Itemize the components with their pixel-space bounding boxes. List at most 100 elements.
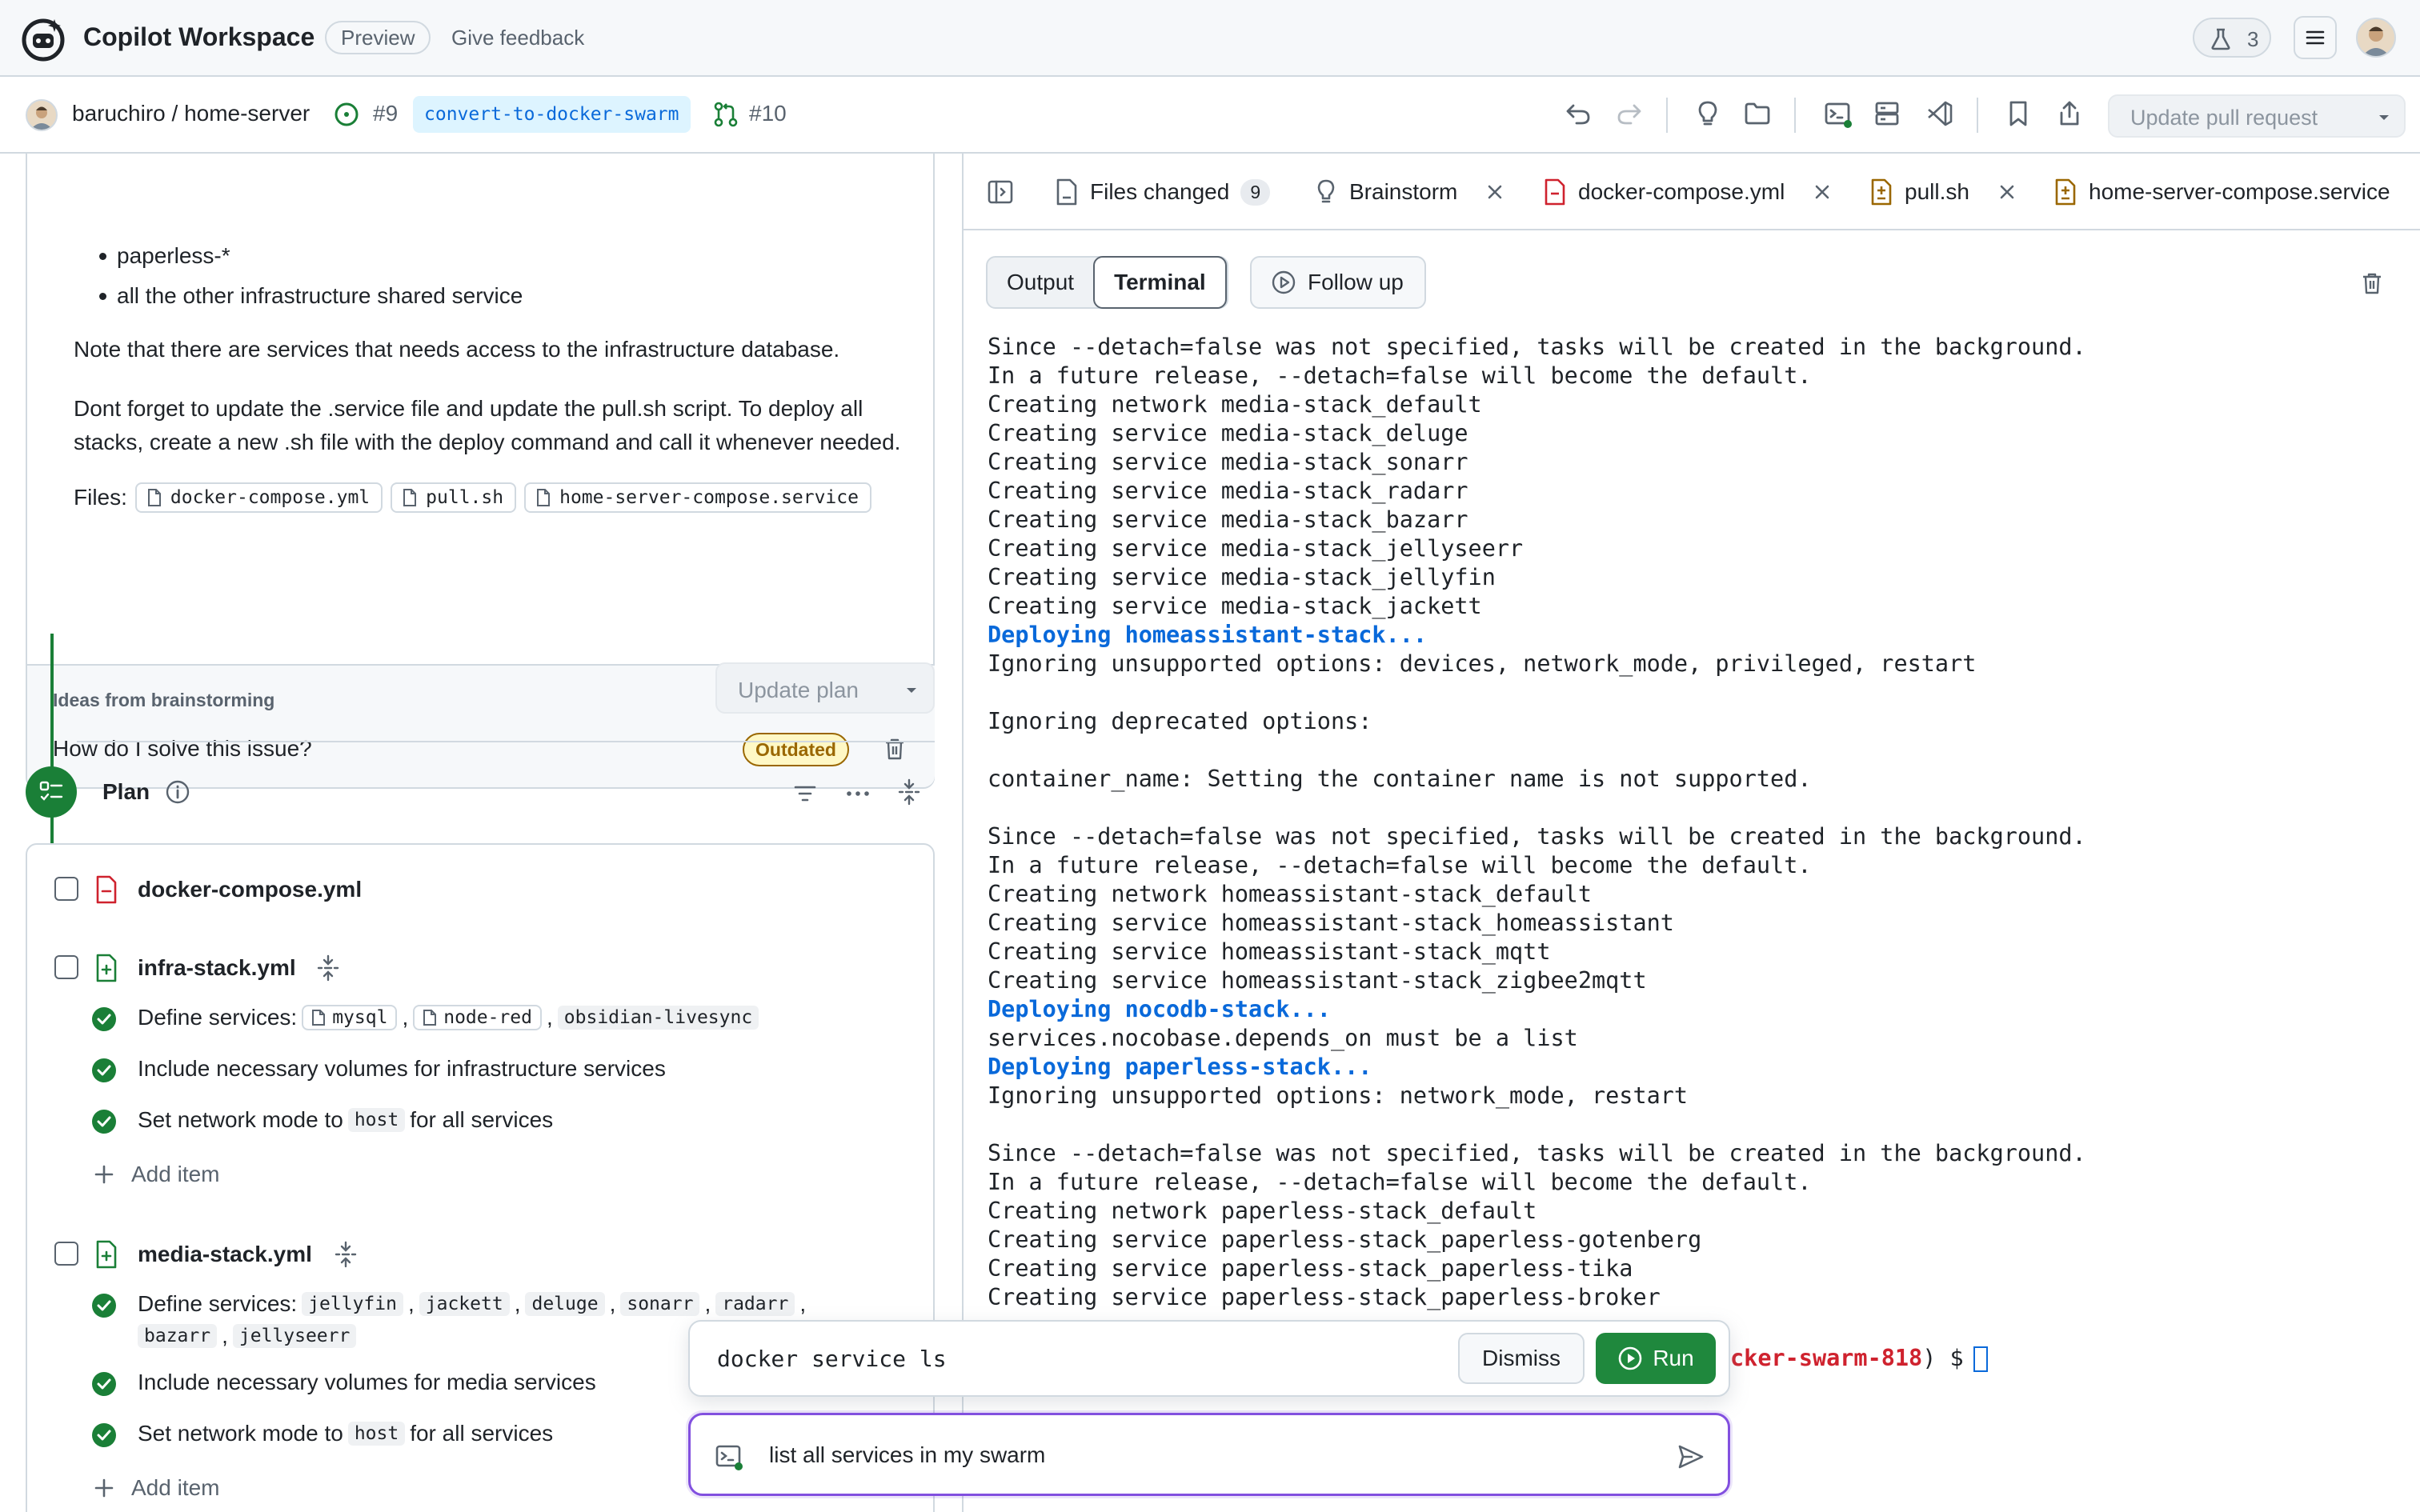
collapse-icon[interactable] bbox=[333, 1240, 359, 1269]
terminal-line: Creating network media-stack_default bbox=[988, 391, 1482, 418]
terminal-icon bbox=[715, 1445, 743, 1470]
tab-label: home-server-compose.service bbox=[2089, 179, 2390, 204]
check-circle-icon bbox=[92, 1058, 116, 1082]
tab-files-changed[interactable]: Files changed 9 bbox=[1055, 154, 1271, 230]
plan-file-name[interactable]: infra-stack.yml bbox=[138, 955, 296, 981]
send-icon[interactable] bbox=[1677, 1442, 1705, 1471]
update-pull-request-button[interactable]: Update pull request bbox=[2108, 94, 2406, 138]
service-name: node-red bbox=[443, 1007, 532, 1028]
trash-icon[interactable] bbox=[882, 736, 908, 762]
file-chip-docker-compose[interactable]: docker-compose.yml bbox=[134, 482, 383, 513]
service-code: obsidian-livesync bbox=[557, 1006, 759, 1030]
owner-avatar[interactable] bbox=[26, 99, 58, 131]
idea-question[interactable]: How do I solve this issue? bbox=[53, 736, 312, 762]
menu-button[interactable] bbox=[2294, 16, 2337, 59]
info-icon[interactable] bbox=[165, 779, 190, 805]
plan-step[interactable]: Define services: mysql, node-red, obsidi… bbox=[138, 1005, 759, 1030]
server-icon[interactable] bbox=[1873, 99, 1901, 128]
file-chip-pull-sh[interactable]: pull.sh bbox=[391, 482, 517, 513]
share-icon[interactable] bbox=[2055, 99, 2084, 128]
tab-pull-sh[interactable]: pull.sh bbox=[1869, 154, 2016, 230]
dismiss-button[interactable]: Dismiss bbox=[1458, 1333, 1585, 1384]
file-chip-label: pull.sh bbox=[426, 487, 504, 508]
file-added-icon bbox=[96, 1240, 117, 1269]
follow-up-label: Follow up bbox=[1308, 270, 1404, 294]
plan-step[interactable]: Set network mode to host for all service… bbox=[138, 1421, 553, 1446]
bookmark-icon[interactable] bbox=[2004, 99, 2033, 128]
chevron-down-icon[interactable] bbox=[2374, 107, 2394, 128]
experiments-count: 3 bbox=[2247, 27, 2259, 51]
add-item-button[interactable]: Add item bbox=[93, 1162, 220, 1187]
repo-breadcrumb[interactable]: baruchiro / home-server bbox=[72, 101, 310, 126]
plan-step[interactable]: Include necessary volumes for infrastruc… bbox=[138, 1056, 666, 1082]
file-checkbox[interactable] bbox=[54, 955, 78, 979]
top-bar: Copilot Workspace Preview Give feedback … bbox=[0, 0, 2420, 77]
collapse-icon[interactable] bbox=[315, 954, 341, 982]
tab-terminal[interactable]: Terminal bbox=[1093, 256, 1227, 309]
update-plan-button[interactable]: Update plan bbox=[715, 662, 935, 714]
terminal-line: Creating service paperless-stack_paperle… bbox=[988, 1284, 1661, 1310]
sidebar-toggle-icon[interactable] bbox=[986, 178, 1015, 206]
terminal-line: Creating service media-stack_sonarr bbox=[988, 449, 1468, 475]
file-checkbox[interactable] bbox=[54, 877, 78, 901]
terminal-icon[interactable] bbox=[1823, 99, 1853, 130]
check-circle-icon bbox=[92, 1110, 116, 1134]
run-button[interactable]: Run bbox=[1596, 1333, 1716, 1384]
clear-terminal-icon[interactable] bbox=[2359, 270, 2385, 296]
plus-icon bbox=[94, 1165, 114, 1184]
terminal-assistant-input[interactable]: list all services in my swarm bbox=[688, 1413, 1730, 1496]
pr-number-link[interactable]: #10 bbox=[749, 101, 787, 126]
branch-badge[interactable]: convert-to-docker-swarm bbox=[413, 96, 691, 133]
close-icon[interactable] bbox=[1998, 183, 2016, 201]
service-chip[interactable]: mysql bbox=[302, 1005, 398, 1030]
issue-number-link[interactable]: #9 bbox=[373, 101, 398, 126]
file-checkbox[interactable] bbox=[54, 1242, 78, 1266]
add-item-button[interactable]: Add item bbox=[93, 1475, 220, 1501]
file-icon bbox=[403, 489, 417, 506]
check-circle-icon bbox=[92, 1372, 116, 1396]
undo-icon[interactable] bbox=[1564, 99, 1593, 128]
give-feedback-link[interactable]: Give feedback bbox=[451, 26, 584, 50]
task-paragraph: Dont forget to update the .service file … bbox=[74, 396, 863, 421]
plan-step[interactable]: Include necessary volumes for media serv… bbox=[138, 1370, 596, 1395]
file-chip-service[interactable]: home-server-compose.service bbox=[524, 482, 871, 513]
lightbulb-icon[interactable] bbox=[1693, 99, 1722, 128]
redo-icon[interactable] bbox=[1615, 99, 1644, 128]
terminal-line: Since --detach=false was not specified, … bbox=[988, 334, 2086, 360]
user-avatar[interactable] bbox=[2356, 18, 2396, 58]
terminal-output[interactable]: Since --detach=false was not specified, … bbox=[988, 333, 2412, 1312]
chevron-down-icon[interactable] bbox=[903, 682, 920, 699]
pull-request-icon bbox=[714, 102, 738, 127]
terminal-line: Ignoring unsupported options: devices, n… bbox=[988, 650, 1977, 677]
terminal-line: Creating service homeassistant-stack_zig… bbox=[988, 967, 1647, 994]
folder-icon[interactable] bbox=[1743, 99, 1772, 128]
suggested-command[interactable]: docker service ls bbox=[717, 1346, 947, 1372]
step-text: for all services bbox=[410, 1107, 554, 1132]
step-code: host bbox=[347, 1422, 406, 1446]
plan-card: docker-compose.yml infra-stack.yml Defin… bbox=[26, 843, 935, 1512]
more-options-icon[interactable] bbox=[843, 781, 872, 806]
follow-up-button[interactable]: Follow up bbox=[1250, 256, 1426, 309]
experiments-button[interactable]: 3 bbox=[2193, 18, 2271, 58]
close-icon[interactable] bbox=[1486, 183, 1504, 201]
assistant-query-text[interactable]: list all services in my swarm bbox=[769, 1442, 1045, 1468]
close-icon[interactable] bbox=[1813, 183, 1831, 201]
tab-brainstorm[interactable]: Brainstorm bbox=[1314, 154, 1504, 230]
copilot-logo-icon[interactable] bbox=[19, 14, 67, 62]
terminal-prompt[interactable]: cker-swarm-818) $ bbox=[1730, 1344, 1988, 1373]
tab-docker-compose[interactable]: docker-compose.yml bbox=[1543, 154, 1831, 230]
plan-step[interactable]: Set network mode to host for all service… bbox=[138, 1107, 553, 1133]
plan-file-name[interactable]: media-stack.yml bbox=[138, 1242, 312, 1267]
app-title[interactable]: Copilot Workspace bbox=[83, 22, 315, 52]
terminal-line: Creating service media-stack_deluge bbox=[988, 420, 1468, 446]
collapse-all-icon[interactable] bbox=[896, 778, 922, 806]
tab-output[interactable]: Output bbox=[988, 258, 1093, 307]
step-label: Define services: bbox=[138, 1291, 298, 1316]
terminal-info-line: Deploying paperless-stack... bbox=[988, 1054, 1372, 1080]
vscode-icon[interactable] bbox=[1925, 99, 1954, 128]
filter-icon[interactable] bbox=[792, 781, 818, 806]
service-chip[interactable]: node-red bbox=[413, 1005, 542, 1030]
tab-home-server-service[interactable]: home-server-compose.service bbox=[2053, 154, 2390, 230]
plan-file-name[interactable]: docker-compose.yml bbox=[138, 877, 362, 902]
